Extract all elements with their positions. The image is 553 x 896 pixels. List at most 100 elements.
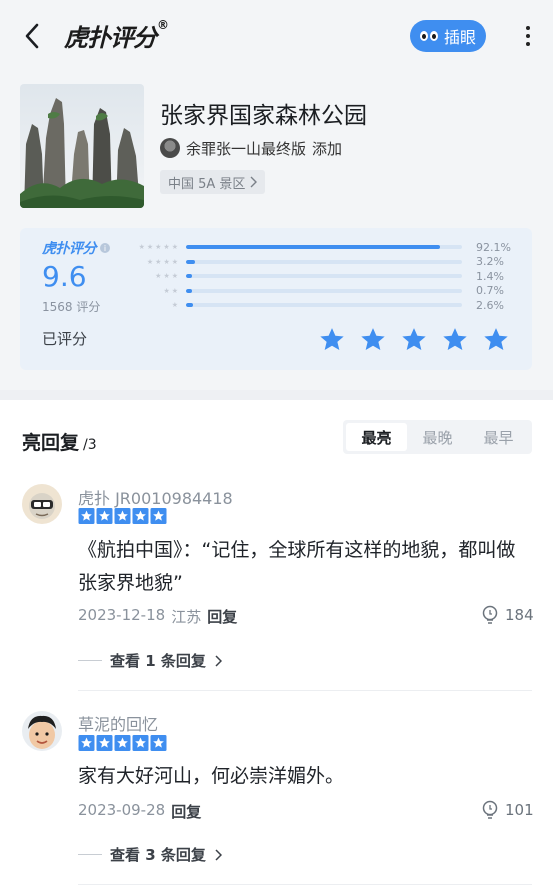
star-icon[interactable] [318, 326, 346, 358]
replies-count: /3 [83, 437, 97, 453]
star-icon [150, 735, 167, 755]
view-replies-link[interactable]: 查看 1 条回复 [78, 650, 222, 671]
star-icon [114, 735, 131, 755]
replies-title-text: 亮回复 [22, 432, 80, 454]
user-rating-stars[interactable] [318, 326, 510, 358]
bookmark-label: 插眼 [443, 28, 476, 47]
star-level-icon: ★★★ [155, 272, 180, 281]
star-icon [78, 735, 95, 755]
like-button[interactable]: 184 [481, 605, 534, 625]
distribution-row: ★★★★ 3.2% [132, 255, 522, 270]
comment-stars [78, 735, 167, 755]
distribution-percent: 0.7% [476, 284, 504, 298]
average-score: 9.6 [42, 260, 87, 293]
chevron-right-icon [215, 848, 222, 861]
chevron-right-icon [215, 654, 222, 667]
reply-button[interactable]: 回复 [207, 606, 237, 627]
sort-tabs: 最亮 最晚 最早 [343, 420, 532, 454]
divider-dash [78, 660, 102, 661]
distribution-bar-fill [186, 245, 441, 250]
item-thumbnail[interactable] [20, 84, 144, 208]
distribution-percent: 2.6% [476, 298, 504, 312]
view-replies-link[interactable]: 查看 3 条回复 [78, 844, 222, 865]
distribution-percent: 3.2% [476, 255, 504, 269]
distribution-bar-track [186, 259, 462, 264]
distribution-bar-fill [186, 303, 194, 308]
eyes-icon [419, 31, 438, 41]
distribution-row: ★ 2.6% [132, 298, 522, 313]
distribution-bar-track [186, 274, 462, 279]
author-name: 余罪张一山最终版 [186, 139, 307, 158]
star-icon [78, 508, 95, 528]
lightbulb-icon [482, 605, 498, 624]
like-count: 101 [505, 801, 534, 819]
view-replies-label: 查看 3 条回复 [110, 846, 206, 864]
comment-meta: 2023-09-28 回复 [78, 801, 201, 822]
logo-text: 虎扑评分 [64, 24, 157, 52]
distribution-row: ★★ 0.7% [132, 284, 522, 299]
star-icon[interactable] [441, 326, 469, 358]
replies-title: 亮回复/3 [22, 428, 97, 455]
star-icon[interactable] [359, 326, 387, 358]
star-icon [132, 508, 149, 528]
rating-distribution: ★★★★★ 92.1% ★★★★ 3.2% ★★★ 1.4% ★★ 0.7% ★ 2.6% [132, 240, 522, 313]
tab-earliest[interactable]: 最早 [468, 423, 529, 451]
rating-count: 1568 评分 [42, 300, 101, 314]
star-icon [132, 735, 149, 755]
tab-latest[interactable]: 最晚 [407, 423, 468, 451]
comment-text: 家有大好河山，何必崇洋媚外。 [78, 765, 345, 787]
distribution-percent: 92.1% [476, 240, 511, 254]
star-icon [96, 735, 113, 755]
rated-status: 已评分 [42, 330, 88, 348]
commenter-avatar[interactable] [22, 484, 62, 524]
distribution-percent: 1.4% [476, 269, 504, 283]
item-title: 张家界国家森林公园 [160, 103, 367, 129]
comment-meta: 2023-12-18 江苏 回复 [78, 606, 237, 627]
top-bar: 虎扑评分 ® 插眼 [0, 0, 553, 72]
distribution-bar-fill [186, 274, 193, 279]
chevron-right-icon [250, 176, 258, 188]
author-avatar [160, 138, 180, 158]
category-tag[interactable]: 中国 5A 景区 [160, 170, 266, 194]
star-icon [114, 508, 131, 528]
distribution-bar-track [186, 245, 462, 250]
star-icon[interactable] [482, 326, 510, 358]
comment-date: 2023-12-18 [78, 606, 166, 624]
info-icon[interactable]: i [100, 243, 110, 253]
distribution-row: ★★★★★ 92.1% [132, 240, 522, 255]
star-level-icon: ★ [171, 301, 180, 310]
comment-text: 《航拍中国》：“记住，全球所有这样的地貌，都叫做张家界地貌” [78, 539, 516, 594]
distribution-bar-track [186, 288, 462, 293]
comment-location: 江苏 [171, 608, 202, 626]
comment-date: 2023-09-28 [78, 801, 166, 819]
lightbulb-icon [482, 800, 498, 819]
author-action: 添加 [312, 139, 343, 158]
back-icon[interactable] [18, 20, 46, 52]
distribution-bar-track [186, 303, 462, 308]
section-divider [0, 390, 553, 400]
star-level-icon: ★★★★ [146, 257, 180, 266]
logo-registered-mark: ® [157, 18, 169, 32]
commenter-name[interactable]: 虎扑 JR0010984418 [78, 485, 233, 509]
distribution-bar-fill [186, 259, 195, 264]
commenter-name[interactable]: 草泥的回忆 [78, 711, 158, 735]
app-logo: 虎扑评分 ® [64, 18, 169, 54]
reply-button[interactable]: 回复 [171, 801, 201, 822]
rating-logo-text: 虎扑评分 [42, 241, 97, 257]
comment-stars [78, 508, 167, 528]
rating-logo: 虎扑评分 i [42, 238, 110, 258]
star-icon[interactable] [400, 326, 428, 358]
like-button[interactable]: 101 [481, 800, 534, 820]
commenter-avatar[interactable] [22, 711, 62, 751]
star-level-icon: ★★ [163, 286, 180, 295]
star-icon [150, 508, 167, 528]
tab-brightest[interactable]: 最亮 [346, 423, 407, 451]
author-row[interactable]: 余罪张一山最终版 添加 [160, 136, 342, 160]
more-options-icon[interactable] [518, 22, 538, 50]
comment-separator [78, 884, 532, 885]
rating-card: 虎扑评分 i 9.6 1568 评分 已评分 ★★★★★ 92.1% ★★★★ 3.2… [20, 228, 532, 370]
distribution-bar-fill [186, 288, 193, 293]
divider-dash [78, 854, 102, 855]
star-icon [96, 508, 113, 528]
bookmark-button[interactable]: 插眼 [410, 20, 486, 52]
